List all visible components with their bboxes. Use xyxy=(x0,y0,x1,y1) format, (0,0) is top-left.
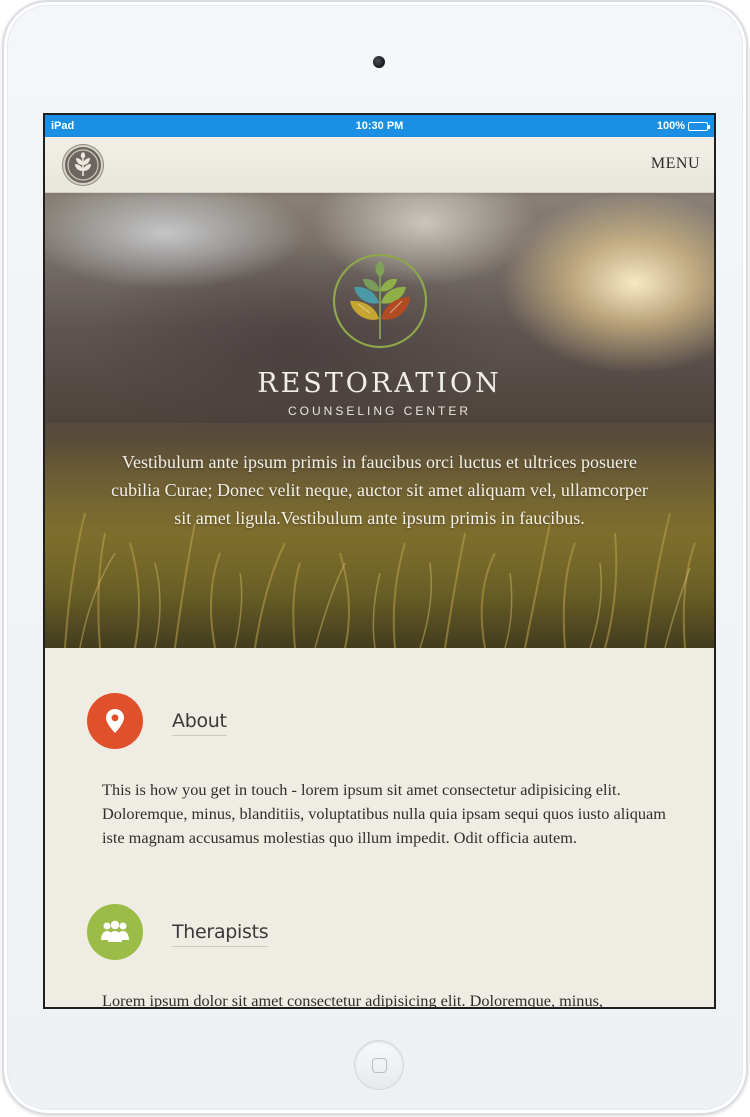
therapists-text: Lorem ipsum dolor sit amet consectetur a… xyxy=(102,991,603,1009)
status-time: 10:30 PM xyxy=(355,120,404,132)
camera-icon xyxy=(373,56,385,68)
leaf-logo-icon[interactable] xyxy=(63,145,103,185)
battery-icon xyxy=(688,121,710,131)
nav-bar: MENU xyxy=(45,137,714,193)
hero-content: RESTORATION COUNSELING CENTER Vestibulum… xyxy=(45,193,714,648)
menu-button[interactable]: MENU xyxy=(651,155,700,173)
hero-banner: RESTORATION COUNSELING CENTER Vestibulum… xyxy=(45,193,714,648)
home-button[interactable] xyxy=(354,1040,404,1090)
brand-name: RESTORATION xyxy=(257,368,502,399)
ipad-frame: iPad 10:30 PM 100% MENU RESTORATION COUN… xyxy=(2,0,748,1115)
main-content: About This is how you get in touch - lor… xyxy=(45,648,714,1009)
map-pin-icon xyxy=(87,693,143,749)
about-title[interactable]: About xyxy=(172,710,227,736)
home-square-icon xyxy=(372,1058,387,1073)
therapists-title[interactable]: Therapists xyxy=(172,921,269,947)
hero-description: Vestibulum ante ipsum primis in faucibus… xyxy=(111,452,648,528)
brand-subtitle: COUNSELING CENTER xyxy=(287,404,472,418)
status-bar: iPad 10:30 PM 100% xyxy=(45,115,714,137)
about-text: This is how you get in touch - lorem ips… xyxy=(102,780,666,847)
restoration-logo-icon xyxy=(332,253,428,349)
screen: iPad 10:30 PM 100% MENU RESTORATION COUN… xyxy=(43,113,716,1009)
group-icon xyxy=(87,904,143,960)
